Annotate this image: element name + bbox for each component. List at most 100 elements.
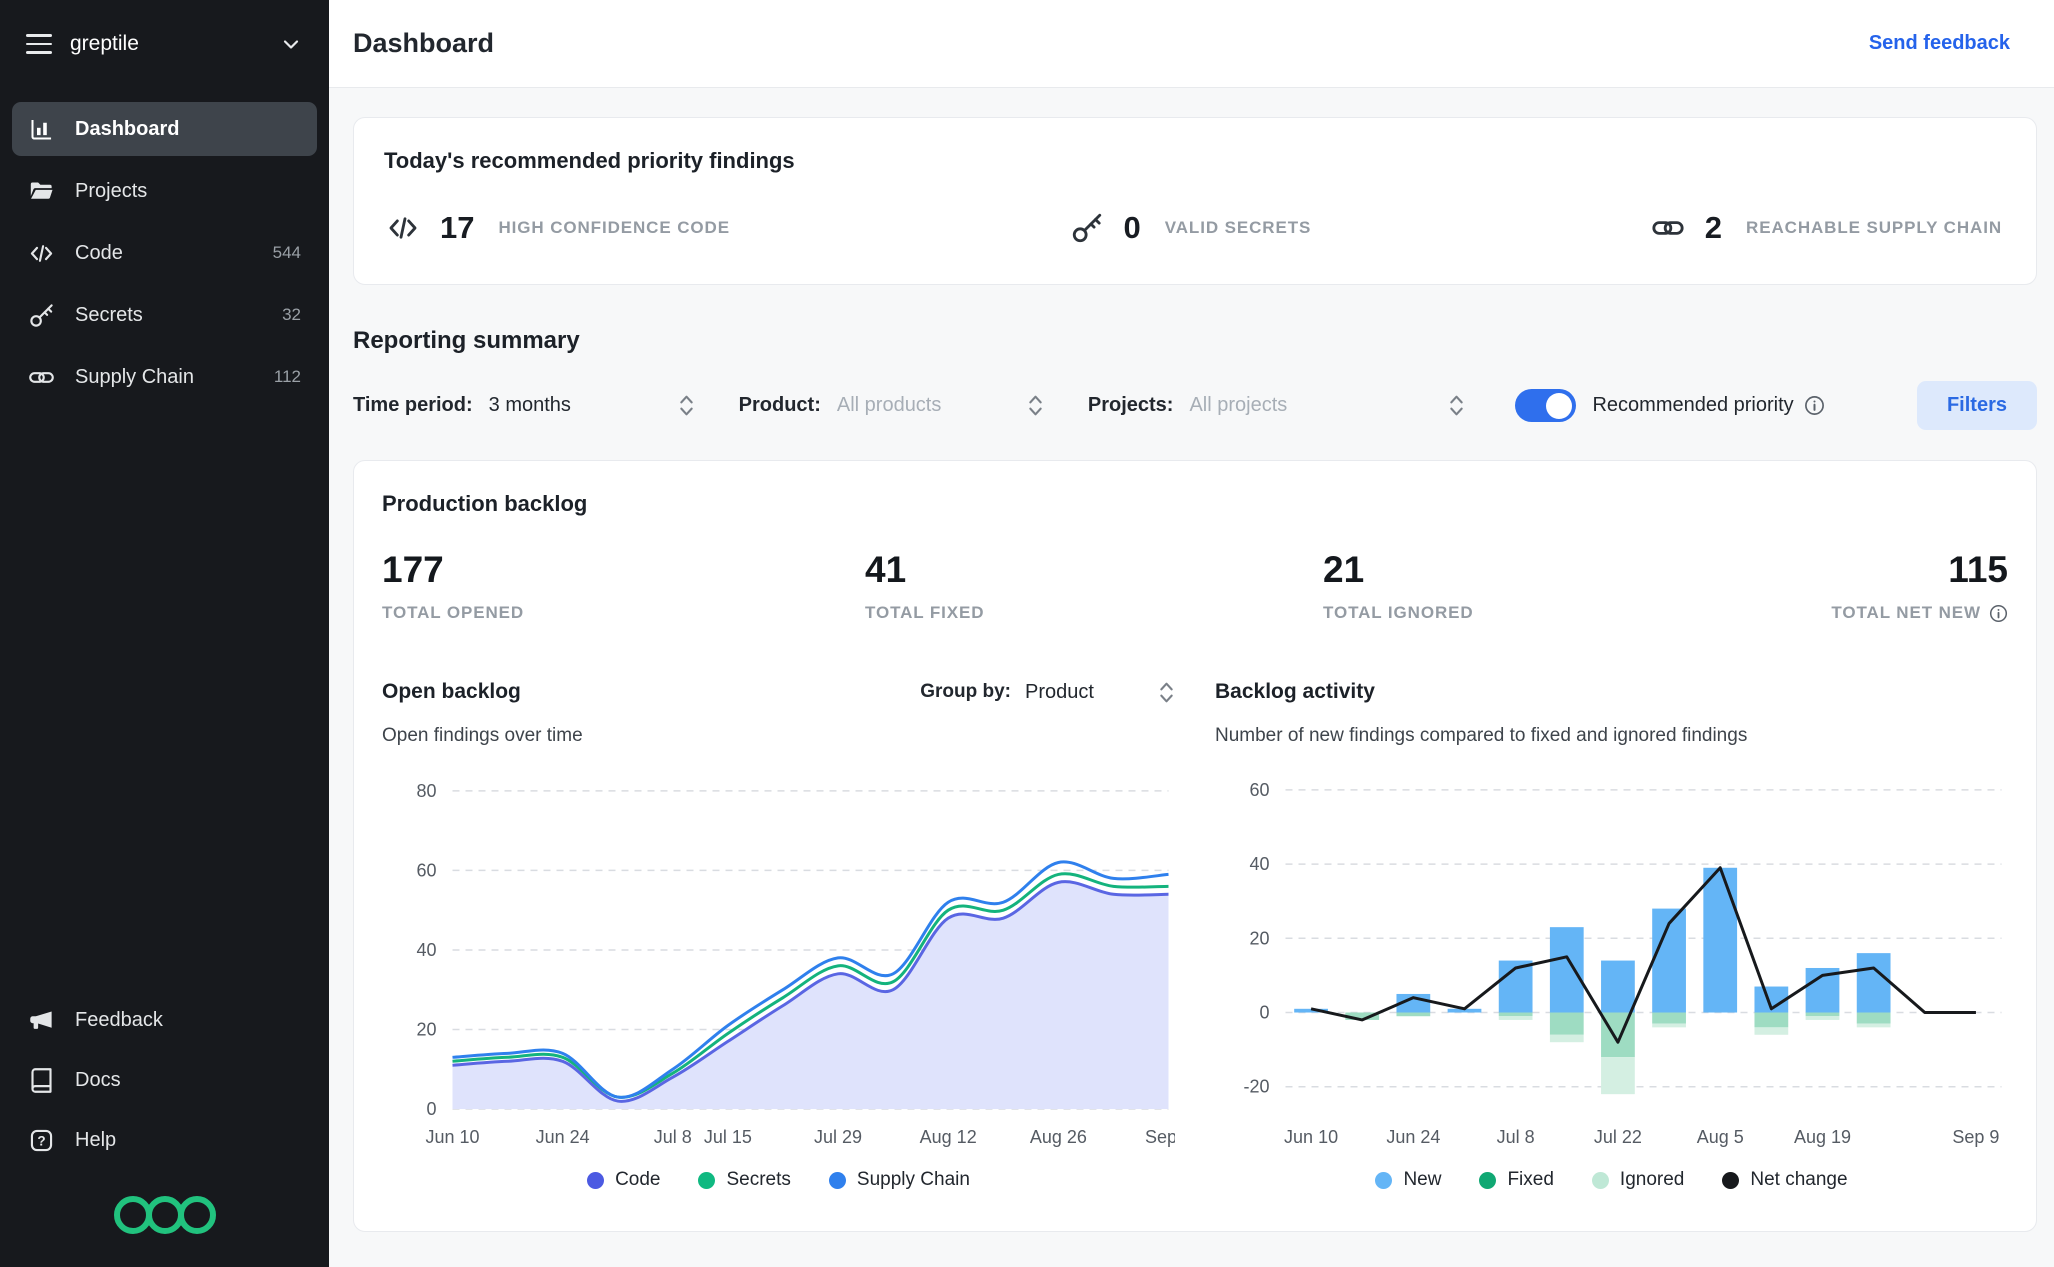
sidebar-item-docs[interactable]: Docs [12, 1053, 317, 1107]
code-icon [28, 240, 55, 267]
sidebar-item-dashboard[interactable]: Dashboard [12, 102, 317, 156]
book-icon [28, 1067, 55, 1094]
stat-total-fixed: 41 TOTAL FIXED [865, 549, 1323, 623]
bar-chart-icon [28, 116, 55, 143]
svg-text:Sep 9: Sep 9 [1145, 1127, 1175, 1147]
recommended-priority-toggle[interactable] [1515, 389, 1577, 422]
projects-select[interactable]: All projects [1189, 392, 1465, 419]
legend-item: New [1375, 1169, 1441, 1191]
greptile-logo [0, 1173, 329, 1267]
org-name: greptile [70, 32, 139, 55]
reporting-controls: Time period: 3 months Product: All produ… [353, 381, 2037, 430]
time-period-label: Time period: [353, 394, 473, 416]
stat-value: 0 [1123, 210, 1141, 245]
sidebar-item-label: Dashboard [75, 117, 180, 140]
filters-button[interactable]: Filters [1916, 381, 2037, 430]
legend-label: Ignored [1619, 1169, 1685, 1190]
page-title: Dashboard [353, 28, 495, 58]
svg-text:0: 0 [426, 1099, 436, 1119]
stat-total-ignored: 21 TOTAL IGNORED [1323, 549, 1831, 623]
legend-dot [698, 1171, 716, 1189]
svg-text:Jul 22: Jul 22 [1594, 1127, 1642, 1147]
folder-icon [28, 178, 55, 205]
stat-total-opened: 177 TOTAL OPENED [382, 549, 865, 623]
info-icon[interactable] [1804, 395, 1825, 416]
menu-icon[interactable] [26, 34, 52, 54]
chevron-updown-icon [1027, 392, 1044, 419]
sidebar-nav: Dashboard Projects Code 544 Secrets 32 S… [0, 88, 329, 404]
info-icon[interactable] [1989, 604, 2008, 623]
key-icon [28, 302, 55, 329]
legend-label: Net change [1750, 1169, 1848, 1190]
legend-label: Fixed [1507, 1169, 1554, 1190]
legend-dot [587, 1171, 605, 1189]
product-value: All products [836, 394, 942, 416]
legend-item: Secrets [698, 1169, 791, 1191]
svg-text:40: 40 [1249, 854, 1269, 874]
time-period-select[interactable]: 3 months [489, 392, 695, 419]
legend-dot [1591, 1171, 1609, 1189]
recommended-priority-label: Recommended priority [1592, 394, 1794, 416]
open-backlog-legend: Code Secrets Supply Chain [382, 1169, 1175, 1191]
projects-value: All projects [1189, 394, 1288, 416]
open-backlog-section: Open backlog Group by: Product Open find… [382, 669, 1175, 1191]
product-label: Product: [738, 394, 821, 416]
legend-label: New [1403, 1169, 1442, 1190]
svg-text:60: 60 [1249, 780, 1269, 800]
backlog-activity-subtitle: Number of new findings compared to fixed… [1215, 725, 1748, 746]
stat-label: TOTAL NET NEW [1831, 603, 2008, 623]
page-header: Dashboard Send feedback [329, 0, 2054, 88]
stat-value: 177 [382, 549, 444, 590]
chevron-updown-icon [1158, 679, 1175, 706]
main-area: Dashboard Send feedback Today's recommen… [329, 0, 2054, 1267]
stat-label: TOTAL OPENED [382, 603, 525, 622]
sidebar-item-secrets[interactable]: Secrets 32 [12, 288, 317, 342]
stat-label: VALID SECRETS [1164, 218, 1312, 237]
sidebar-item-label: Help [75, 1128, 117, 1151]
svg-text:60: 60 [416, 860, 436, 880]
legend-dot [1375, 1171, 1393, 1189]
sidebar-item-help[interactable]: ? Help [12, 1113, 317, 1167]
svg-text:Jul 29: Jul 29 [814, 1127, 862, 1147]
sidebar-item-label: Feedback [75, 1008, 163, 1031]
svg-text:Jul 8: Jul 8 [654, 1127, 692, 1147]
svg-text:-20: -20 [1243, 1077, 1269, 1097]
megaphone-icon [28, 1007, 55, 1034]
svg-text:0: 0 [1259, 1003, 1269, 1023]
legend-item: Net change [1722, 1169, 1848, 1191]
backlog-activity-legend: New Fixed Ignored Net change [1215, 1169, 2008, 1191]
product-select[interactable]: All products [837, 392, 1044, 419]
svg-text:Jun 24: Jun 24 [536, 1127, 590, 1147]
sidebar-item-label: Code [75, 241, 123, 264]
sidebar-item-projects[interactable]: Projects [12, 164, 317, 218]
legend-label: Secrets [726, 1169, 791, 1190]
stat-high-confidence-code[interactable]: 17 HIGH CONFIDENCE CODE [384, 210, 730, 246]
legend-label: Supply Chain [856, 1169, 970, 1190]
code-count-badge: 544 [272, 243, 301, 262]
send-feedback-link[interactable]: Send feedback [1869, 32, 2010, 55]
group-by-label: Group by: [920, 681, 1011, 702]
svg-text:Aug 19: Aug 19 [1794, 1127, 1851, 1147]
legend-item: Code [587, 1169, 660, 1191]
backlog-activity-title: Backlog activity [1215, 680, 1375, 703]
svg-text:Jun 24: Jun 24 [1386, 1127, 1440, 1147]
open-backlog-subtitle: Open findings over time [382, 725, 583, 746]
sidebar-item-code[interactable]: Code 544 [12, 226, 317, 280]
svg-text:Aug 12: Aug 12 [920, 1127, 977, 1147]
reporting-summary-title: Reporting summary [353, 327, 580, 354]
stat-reachable-supply-chain[interactable]: 2 REACHABLE SUPPLY CHAIN [1649, 210, 2002, 246]
charts-row: Open backlog Group by: Product Open find… [382, 669, 2008, 1191]
stat-valid-secrets[interactable]: 0 VALID SECRETS [1068, 210, 1312, 246]
sidebar-item-feedback[interactable]: Feedback [12, 993, 317, 1047]
priority-card-title: Today's recommended priority findings [384, 148, 795, 173]
group-by-control: Group by: Product [920, 679, 1175, 706]
sidebar-item-supply-chain[interactable]: Supply Chain 112 [12, 350, 317, 404]
group-by-select[interactable]: Product [1025, 679, 1175, 706]
org-switcher[interactable]: greptile [0, 0, 329, 88]
backlog-stats: 177 TOTAL OPENED 41 TOTAL FIXED 21 TOTAL… [382, 549, 2008, 623]
chevron-down-icon[interactable] [279, 32, 303, 56]
legend-item: Supply Chain [828, 1169, 970, 1191]
legend-label: Code [615, 1169, 661, 1190]
open-backlog-title: Open backlog [382, 680, 521, 703]
